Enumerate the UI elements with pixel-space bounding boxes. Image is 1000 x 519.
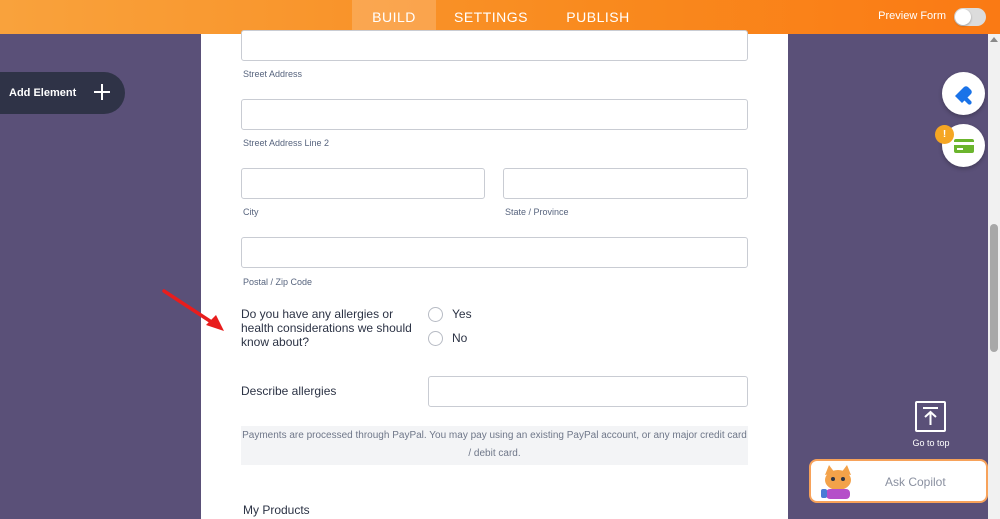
go-to-top-label: Go to top (912, 438, 950, 448)
top-bar: BUILD SETTINGS PUBLISH Preview Form (0, 0, 1000, 34)
street-address-input[interactable] (241, 30, 748, 61)
postal-code-input[interactable] (241, 237, 748, 268)
warning-badge: ! (935, 125, 954, 144)
add-element-label: Add Element (9, 87, 77, 99)
products-heading: My Products (243, 503, 310, 517)
plus-icon (93, 83, 111, 101)
tab-publish[interactable]: PUBLISH (556, 0, 640, 34)
state-input[interactable] (503, 168, 748, 199)
scroll-up-arrow-icon[interactable] (990, 37, 998, 42)
allergy-question-label: Do you have any allergies or health cons… (241, 307, 412, 349)
paint-roller-icon (955, 86, 972, 105)
state-sublabel: State / Province (505, 207, 569, 217)
radio-yes-label: Yes (452, 307, 472, 321)
payment-note: Payments are processed through PayPal. Y… (241, 426, 748, 465)
street-address-2-sublabel: Street Address Line 2 (243, 138, 330, 148)
scroll-thumb[interactable] (990, 224, 998, 352)
preview-form-label: Preview Form (878, 10, 946, 22)
ask-copilot-label: Ask Copilot (885, 475, 946, 489)
preview-form-toggle[interactable] (954, 8, 986, 26)
radio-no-label: No (452, 331, 468, 345)
form-canvas: Street Address Street Address Line 2 Cit… (201, 30, 788, 519)
city-input[interactable] (241, 168, 485, 199)
go-to-top-button[interactable] (915, 401, 946, 432)
radio-yes[interactable] (428, 307, 443, 322)
street-address-sublabel: Street Address (243, 69, 303, 79)
toggle-knob (955, 9, 971, 25)
street-address-2-input[interactable] (241, 99, 748, 130)
designer-button[interactable] (942, 72, 985, 115)
tab-settings[interactable]: SETTINGS (446, 0, 536, 34)
city-sublabel: City (243, 207, 259, 217)
describe-allergies-label: Describe allergies (241, 384, 337, 398)
scrollbar[interactable] (988, 34, 1000, 519)
describe-allergies-input[interactable] (428, 376, 748, 407)
add-element-button[interactable]: Add Element (0, 72, 125, 114)
copilot-mascot-icon (821, 465, 851, 499)
arrow-up-icon (923, 407, 938, 425)
tab-build[interactable]: BUILD (352, 0, 436, 34)
ask-copilot-button[interactable]: Ask Copilot (809, 459, 988, 503)
red-arrow-annotation (162, 289, 224, 331)
radio-no[interactable] (428, 331, 443, 346)
postal-code-sublabel: Postal / Zip Code (243, 277, 313, 287)
